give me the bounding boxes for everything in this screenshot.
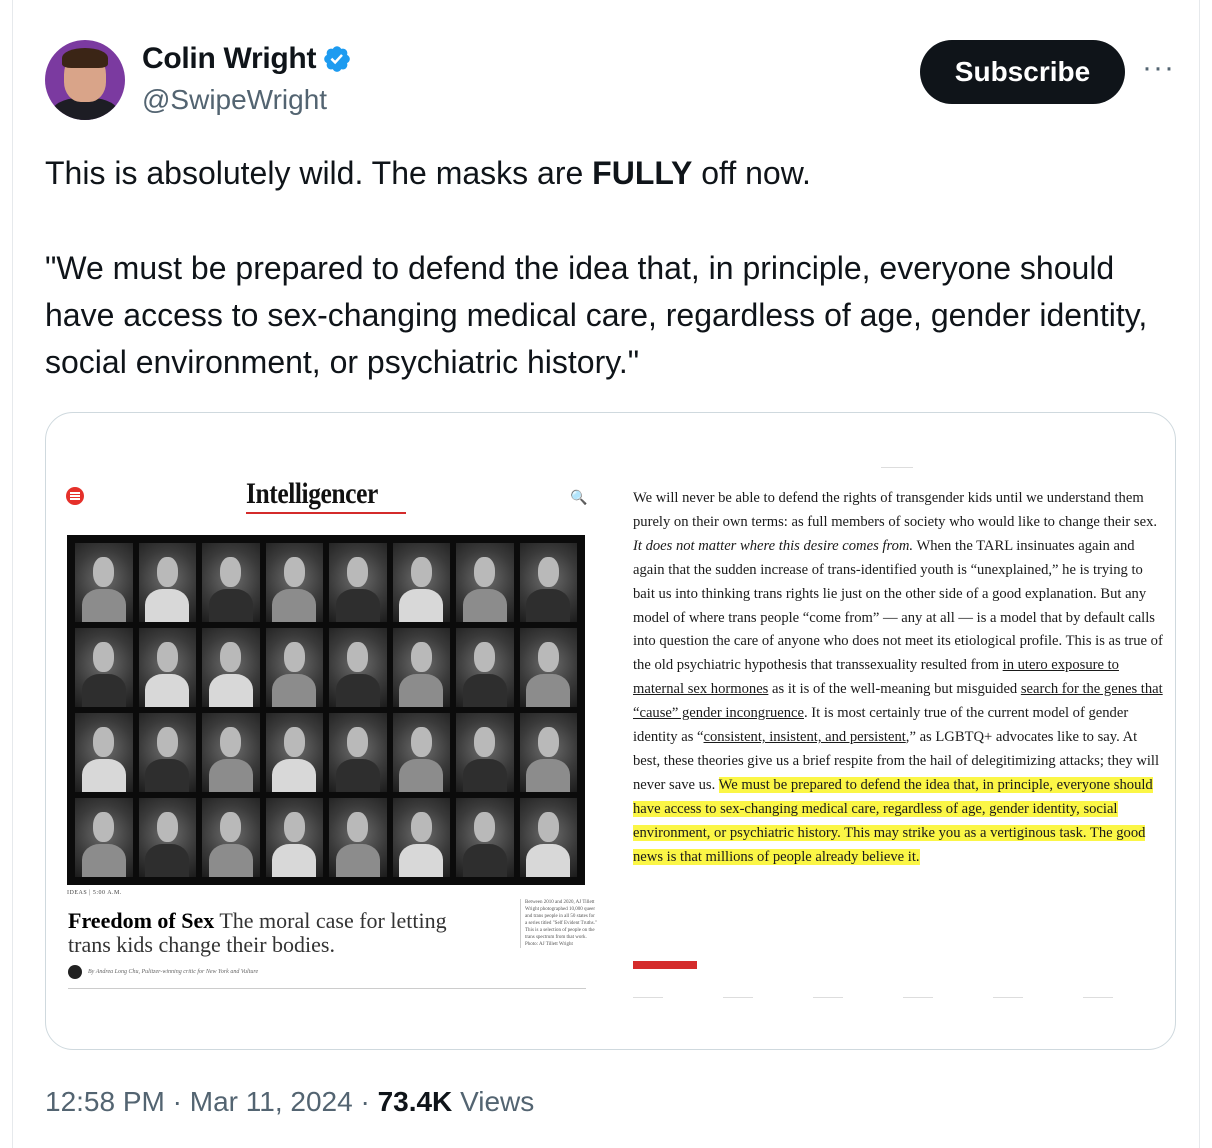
- portrait: [519, 543, 577, 622]
- portrait: [138, 798, 196, 877]
- tweet-text: This is absolutely wild. The masks are F…: [45, 150, 1165, 386]
- search-icon: 🔍: [570, 489, 588, 505]
- portrait: [75, 798, 133, 877]
- portrait: [329, 543, 387, 622]
- portrait: [75, 713, 133, 792]
- views-count: 73.4K: [377, 1086, 453, 1117]
- portrait: [519, 798, 577, 877]
- portrait: [138, 713, 196, 792]
- portrait: [138, 628, 196, 707]
- portrait: [519, 628, 577, 707]
- portrait: [202, 798, 260, 877]
- tweet-date[interactable]: Mar 11, 2024: [190, 1086, 353, 1117]
- tweet-meta: 12:58 PM · Mar 11, 2024 · 73.4K Views: [45, 1086, 535, 1117]
- emphasis-text: FULLY: [592, 155, 693, 191]
- section-label: IDEAS | 5:00 A.M.: [67, 890, 122, 896]
- tweet-line-1: This is absolutely wild. The masks are F…: [45, 155, 811, 191]
- author-mini-avatar: [68, 965, 82, 979]
- article-headline: Freedom of Sex The moral case for lettin…: [68, 908, 447, 957]
- portrait-grid: [67, 535, 585, 885]
- portrait: [392, 713, 450, 792]
- portrait: [138, 543, 196, 622]
- portrait: [329, 628, 387, 707]
- portrait: [456, 713, 514, 792]
- attached-image[interactable]: Intelligencer 🔍 IDEAS | 5:00 A.M. Freedo…: [45, 412, 1176, 1050]
- portrait: [329, 713, 387, 792]
- portrait: [392, 543, 450, 622]
- portrait: [392, 628, 450, 707]
- author-handle[interactable]: @SwipeWright: [142, 84, 327, 116]
- portrait: [519, 713, 577, 792]
- tweet-quote: "We must be prepared to defend the idea …: [45, 250, 1148, 380]
- avatar[interactable]: [45, 40, 125, 120]
- more-horizontal-icon[interactable]: ···: [1142, 53, 1175, 83]
- portrait: [456, 798, 514, 877]
- photo-caption: Between 2010 and 2020, AJ Tillett Wright…: [520, 899, 597, 948]
- portrait: [75, 628, 133, 707]
- menu-icon: [66, 487, 84, 505]
- portrait: [456, 628, 514, 707]
- author-name-row[interactable]: Colin Wright: [142, 42, 352, 76]
- portrait: [392, 798, 450, 877]
- subscribe-button[interactable]: Subscribe: [920, 40, 1125, 104]
- portrait: [329, 798, 387, 877]
- article-byline: By Andrea Long Chu, Pulitzer-winning cri…: [68, 965, 258, 979]
- portrait: [202, 628, 260, 707]
- portrait: [265, 543, 323, 622]
- portrait: [265, 713, 323, 792]
- portrait: [75, 543, 133, 622]
- portrait: [456, 543, 514, 622]
- portrait: [202, 543, 260, 622]
- author-name[interactable]: Colin Wright: [142, 42, 316, 76]
- red-divider: [633, 961, 697, 969]
- portrait: [265, 798, 323, 877]
- views-label: Views: [460, 1086, 535, 1117]
- title-underline: [246, 512, 406, 514]
- excerpt-link: consistent, insistent, and persistent: [703, 729, 906, 746]
- portrait: [265, 628, 323, 707]
- tweet-time[interactable]: 12:58 PM: [45, 1086, 165, 1117]
- verified-badge-icon: [324, 46, 350, 72]
- magazine-title: Intelligencer: [246, 477, 378, 510]
- portrait: [202, 713, 260, 792]
- article-excerpt: We will never be able to defend the righ…: [633, 490, 1163, 865]
